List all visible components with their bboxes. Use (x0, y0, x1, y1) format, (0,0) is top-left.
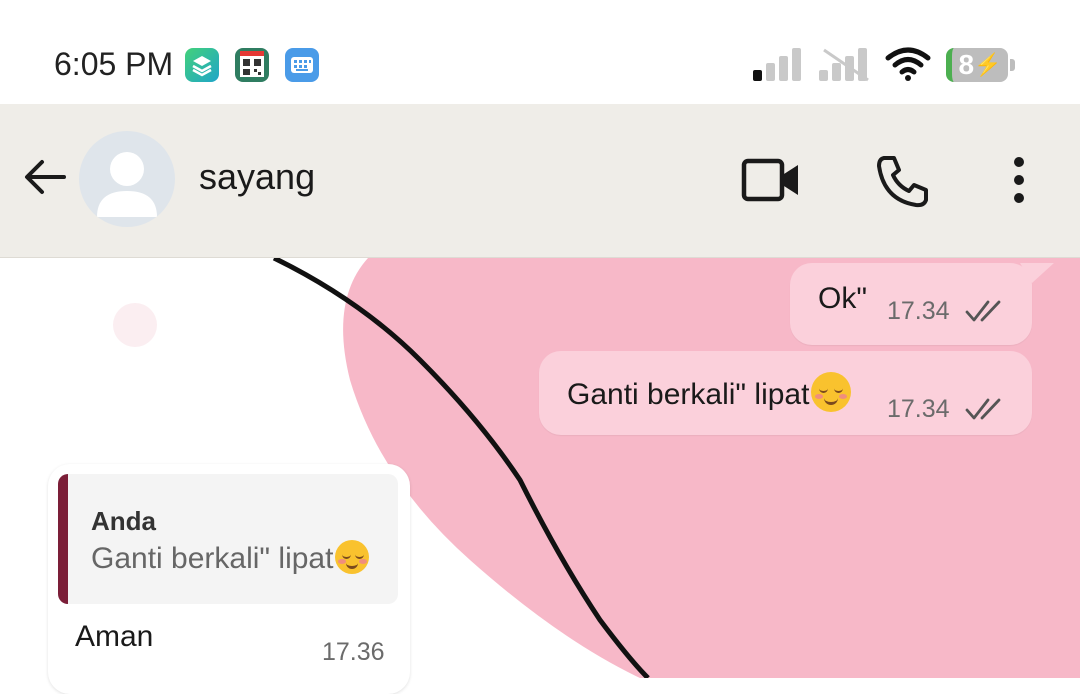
video-call-icon[interactable] (740, 154, 802, 206)
message-text: Ok" (818, 282, 867, 315)
qr-scanner-app-icon (235, 48, 269, 82)
default-avatar-icon (97, 152, 157, 217)
reply-quote[interactable]: Anda Ganti berkali" lipat (58, 474, 398, 604)
status-time: 6:05 PM (54, 46, 174, 82)
contact-name[interactable]: sayang (199, 156, 315, 198)
smiling-face-with-blush-icon (335, 540, 370, 574)
reply-quote-author: Anda (91, 506, 156, 536)
voice-call-icon[interactable] (874, 152, 932, 210)
message-text: Ganti berkali" lipat (567, 372, 852, 412)
status-bar: 6:05 PM 8 ⚡ (0, 0, 1080, 104)
signal-bars-icon (753, 48, 801, 81)
wifi-icon (885, 47, 931, 81)
battery-level: 8 (958, 49, 975, 80)
layers-app-icon (185, 48, 219, 82)
back-arrow-icon[interactable] (20, 152, 70, 202)
message-time: 17.36 (322, 638, 385, 666)
read-double-check-icon (965, 398, 1001, 420)
reply-quote-text-content: Ganti berkali" lipat (91, 542, 334, 575)
contact-avatar[interactable] (79, 131, 175, 227)
battery-cap (1010, 59, 1015, 71)
reply-quote-text: Ganti berkali" lipat (91, 540, 370, 576)
battery-charging-icon: 8 ⚡ (946, 48, 1008, 82)
message-text-content: Ganti berkali" lipat (567, 378, 810, 411)
read-double-check-icon (965, 300, 1001, 322)
reply-quote-bar (58, 474, 68, 604)
message-time: 17.34 (887, 297, 950, 325)
bubble-tail (1020, 263, 1054, 283)
no-signal-sim2-icon (819, 48, 869, 82)
keyboard-app-icon (285, 48, 319, 82)
more-options-icon[interactable] (1004, 154, 1034, 206)
message-text: Aman (75, 620, 154, 653)
message-time: 17.34 (887, 395, 950, 423)
smiling-face-with-blush-icon (811, 372, 852, 412)
